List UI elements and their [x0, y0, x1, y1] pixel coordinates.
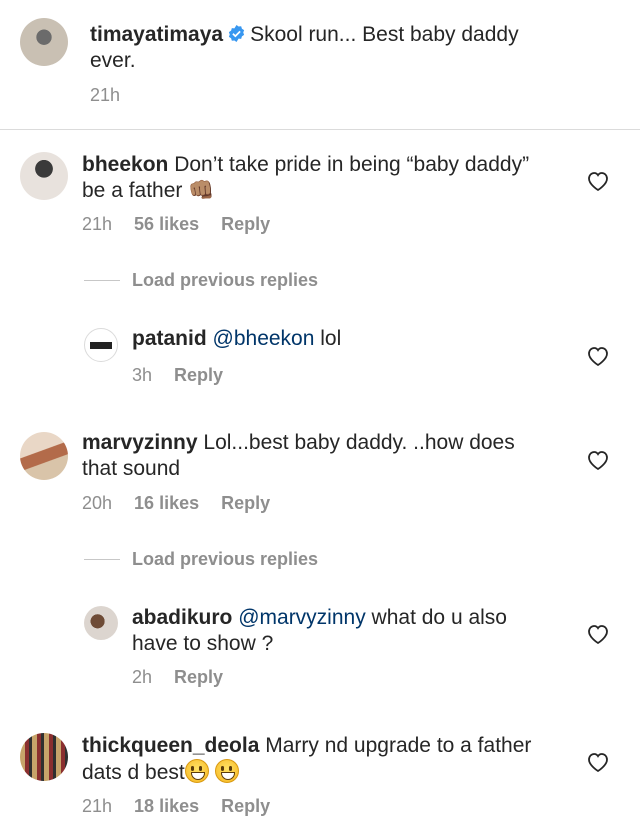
avatar[interactable] — [84, 328, 118, 362]
verified-badge-icon — [228, 24, 245, 43]
reply-button[interactable]: Reply — [221, 796, 270, 817]
comment-text: thickqueen_deola Marry nd upgrade to a f… — [82, 733, 552, 786]
comment-username[interactable]: marvyzinny — [82, 431, 198, 454]
likes-count[interactable]: 56 likes — [134, 214, 199, 235]
heart-outline-icon[interactable] — [586, 449, 610, 471]
load-previous-replies[interactable]: Load previous replies — [84, 549, 318, 570]
timestamp: 21h — [90, 85, 121, 105]
comment-username[interactable]: thickqueen_deola — [82, 734, 259, 757]
likes-count[interactable]: 16 likes — [134, 493, 199, 514]
avatar[interactable] — [20, 18, 68, 66]
grinning-face-emoji — [214, 759, 239, 783]
reply-button[interactable]: Reply — [221, 214, 270, 235]
load-more-label: Load previous replies — [132, 270, 319, 290]
comment-meta: 20h 16 likes Reply — [82, 493, 270, 514]
comment-username[interactable]: bheekon — [82, 153, 168, 176]
reply-button[interactable]: Reply — [174, 365, 223, 386]
timestamp: 20h — [82, 493, 113, 513]
reply-button[interactable]: Reply — [174, 667, 223, 688]
comment-meta: 21h 18 likes Reply — [82, 796, 270, 817]
mention-link[interactable]: @marvyzinny — [238, 606, 366, 629]
reply-button[interactable]: Reply — [221, 493, 270, 514]
heart-outline-icon[interactable] — [586, 345, 610, 367]
load-more-label: Load previous replies — [132, 549, 319, 569]
post-caption: timayatimaya Skool run... Best baby daddy… — [0, 0, 640, 130]
caption-text: timayatimaya Skool run... Best baby daddy… — [90, 22, 550, 74]
timestamp: 3h — [132, 365, 153, 385]
reply-text: abadikuro @marvyzinny what do u also hav… — [132, 605, 552, 657]
caption-username[interactable]: timayatimaya — [90, 23, 223, 46]
caption-meta: 21h — [90, 85, 120, 106]
heart-outline-icon[interactable] — [586, 170, 610, 192]
timestamp: 21h — [82, 796, 113, 816]
logo-mark — [90, 342, 112, 349]
heart-outline-icon[interactable] — [586, 751, 610, 773]
divider-line — [84, 559, 120, 560]
reply-meta: 2h Reply — [132, 667, 223, 688]
load-previous-replies[interactable]: Load previous replies — [84, 270, 318, 291]
comment-meta: 21h 56 likes Reply — [82, 214, 270, 235]
timestamp: 21h — [82, 214, 113, 234]
avatar[interactable] — [20, 733, 68, 781]
grinning-face-emoji — [184, 759, 209, 783]
divider-line — [84, 280, 120, 281]
reply-meta: 3h Reply — [132, 365, 223, 386]
reply-body: lol — [314, 327, 342, 350]
avatar[interactable] — [20, 152, 68, 200]
avatar[interactable] — [84, 606, 118, 640]
reply-text: patanid @bheekon lol — [132, 326, 552, 352]
comment-text: marvyzinny Lol...best baby daddy. ..how … — [82, 430, 552, 482]
reply-username[interactable]: abadikuro — [132, 606, 232, 629]
comment-text: bheekon Don’t take pride in being “baby … — [82, 152, 542, 204]
timestamp: 2h — [132, 667, 153, 687]
reply-username[interactable]: patanid — [132, 327, 207, 350]
mention-link[interactable]: @bheekon — [213, 327, 315, 350]
heart-outline-icon[interactable] — [586, 623, 610, 645]
avatar[interactable] — [20, 432, 68, 480]
likes-count[interactable]: 18 likes — [134, 796, 199, 817]
